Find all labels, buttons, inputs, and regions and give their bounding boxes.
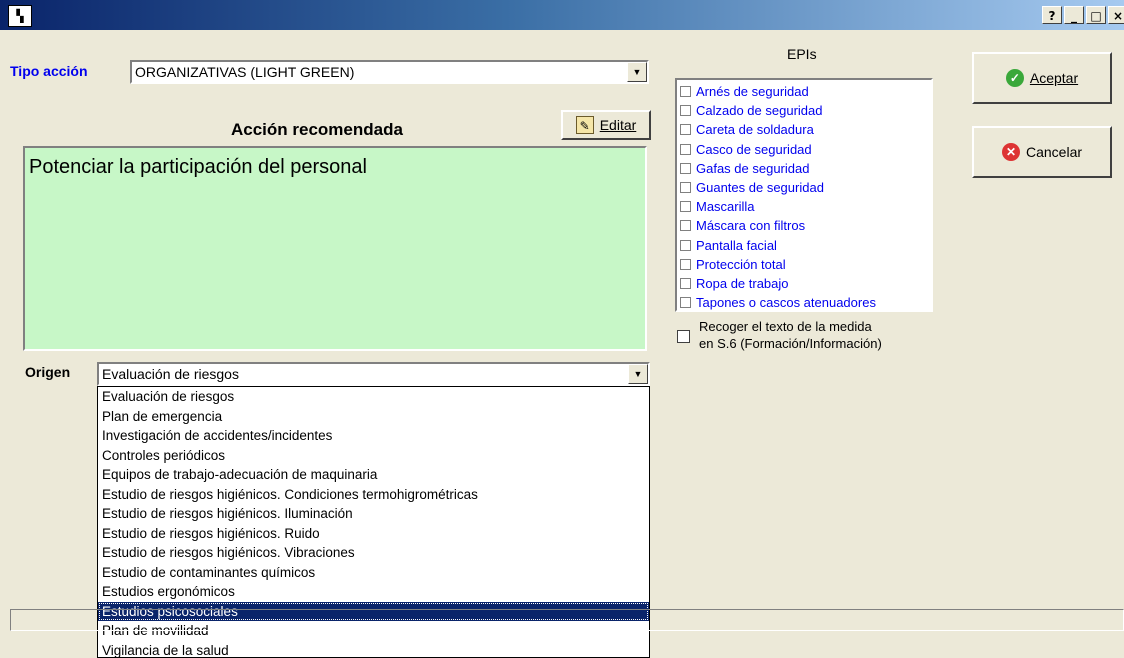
dropdown-option[interactable]: Plan de emergencia (98, 407, 649, 427)
accept-label: Aceptar (1029, 70, 1079, 86)
epi-item[interactable]: Tapones o cascos atenuadores (677, 293, 931, 312)
epis-list[interactable]: Arnés de seguridad Calzado de seguridad Ca… (675, 78, 933, 312)
epis-title: EPIs (787, 46, 817, 62)
cancel-button[interactable]: ✕ Cancelar (972, 126, 1112, 178)
dropdown-option[interactable]: Equipos de trabajo-adecuación de maquina… (98, 465, 649, 485)
title-bar: ▚ ? _ □ × (0, 0, 1124, 30)
cancel-icon: ✕ (1001, 143, 1020, 161)
epi-checkbox[interactable] (680, 239, 691, 251)
maximize-button[interactable]: □ (1086, 6, 1106, 24)
dropdown-option[interactable]: Estudio de contaminantes químicos (98, 563, 649, 583)
dialog-window: ▚ ? _ □ × Tipo acción ORGANIZATIVAS (LIG… (0, 0, 1124, 658)
accion-textarea[interactable]: Potenciar la participación del personal (23, 146, 647, 351)
chevron-down-icon[interactable]: ▼ (627, 62, 647, 82)
tipo-accion-select[interactable]: ORGANIZATIVAS (LIGHT GREEN) ▼ (130, 60, 649, 84)
close-button[interactable]: × (1108, 6, 1124, 24)
epi-label: Ropa de trabajo (696, 275, 789, 291)
recoger-label-line2: en S.6 (Formación/Información) (699, 336, 882, 351)
epi-label: Calzado de seguridad (696, 103, 823, 119)
epi-item[interactable]: Casco de seguridad (677, 140, 931, 159)
epi-label: Careta de soldadura (696, 122, 814, 138)
tipo-accion-label: Tipo acción (10, 63, 88, 79)
epi-item[interactable]: Pantalla facial (677, 236, 931, 255)
epi-label: Guantes de seguridad (696, 180, 824, 196)
dropdown-option[interactable]: Estudio de riesgos higiénicos. Iluminaci… (98, 504, 649, 524)
minimize-button[interactable]: _ (1064, 6, 1084, 24)
app-icon: ▚ (8, 5, 32, 27)
recoger-label: Recoger el texto de la medida en S.6 (Fo… (699, 318, 882, 352)
epi-checkbox[interactable] (680, 124, 691, 136)
epi-checkbox[interactable] (680, 86, 691, 98)
origen-label: Origen (25, 364, 71, 380)
epi-checkbox[interactable] (680, 277, 691, 289)
origen-value: Evaluación de riesgos (102, 366, 239, 382)
epi-checkbox[interactable] (680, 201, 691, 213)
dropdown-option[interactable]: Estudios ergonómicos (98, 582, 649, 602)
epi-checkbox[interactable] (680, 297, 691, 309)
epi-item[interactable]: Gafas de seguridad (677, 159, 931, 178)
epi-item[interactable]: Mascarilla (677, 197, 931, 216)
epi-label: Tapones o cascos atenuadores (696, 295, 876, 311)
epi-item[interactable]: Protección total (677, 255, 931, 274)
dropdown-option[interactable]: Estudio de riesgos higiénicos. Ruido (98, 524, 649, 544)
epi-item[interactable]: Calzado de seguridad (677, 101, 931, 120)
cancel-label: Cancelar (1025, 144, 1083, 160)
dropdown-option[interactable]: Estudio de riesgos higiénicos. Vibracion… (98, 543, 649, 563)
dropdown-option[interactable]: Estudio de riesgos higiénicos. Condicion… (98, 485, 649, 505)
accept-button[interactable]: ✓ Aceptar (972, 52, 1112, 104)
tipo-accion-value: ORGANIZATIVAS (LIGHT GREEN) (135, 64, 355, 80)
status-bar (10, 609, 1124, 631)
epi-label: Protección total (696, 256, 786, 272)
edit-icon: ✎ (575, 116, 594, 134)
epi-checkbox[interactable] (680, 162, 691, 174)
dropdown-option[interactable]: Controles periódicos (98, 446, 649, 466)
accion-heading: Acción recomendada (231, 120, 403, 139)
epi-label: Pantalla facial (696, 237, 777, 253)
epi-item[interactable]: Careta de soldadura (677, 120, 931, 139)
dropdown-option[interactable]: Evaluación de riesgos (98, 387, 649, 407)
epi-label: Casco de seguridad (696, 141, 812, 157)
edit-button[interactable]: ✎ Editar (561, 110, 651, 140)
epi-checkbox[interactable] (680, 220, 691, 232)
recoger-label-line1: Recoger el texto de la medida (699, 319, 872, 334)
epi-label: Arnés de seguridad (696, 84, 809, 100)
epi-item[interactable]: Arnés de seguridad (677, 82, 931, 101)
epi-checkbox[interactable] (680, 258, 691, 270)
epi-checkbox[interactable] (680, 143, 691, 155)
recoger-checkbox[interactable] (677, 330, 690, 343)
dropdown-option[interactable]: Investigación de accidentes/incidentes (98, 426, 649, 446)
epi-item[interactable]: Máscara con filtros (677, 216, 931, 235)
epi-checkbox[interactable] (680, 182, 691, 194)
epi-item[interactable]: Ropa de trabajo (677, 274, 931, 293)
epi-label: Mascarilla (696, 199, 755, 215)
epi-label: Gafas de seguridad (696, 160, 810, 176)
chevron-down-icon[interactable]: ▼ (628, 364, 648, 384)
help-button[interactable]: ? (1042, 6, 1062, 24)
epi-checkbox[interactable] (680, 105, 691, 117)
epi-item[interactable]: Guantes de seguridad (677, 178, 931, 197)
origen-select[interactable]: Evaluación de riesgos ▼ (97, 362, 650, 386)
edit-label: Editar (599, 117, 637, 133)
dropdown-option[interactable]: Vigilancia de la salud (98, 641, 649, 658)
epi-label: Máscara con filtros (696, 218, 806, 234)
checkmark-icon: ✓ (1005, 69, 1024, 87)
